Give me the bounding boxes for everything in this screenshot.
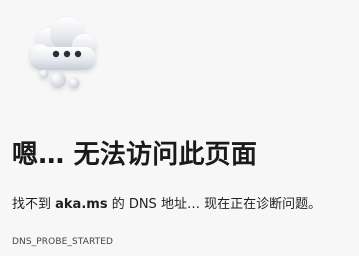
cloud-ellipsis-icon	[12, 12, 112, 94]
error-code: DNS_PROBE_STARTED	[12, 237, 114, 247]
error-message: 找不到 aka.ms 的 DNS 地址… 现在正在诊断问题。	[12, 196, 321, 214]
hostname: aka.ms	[55, 197, 108, 212]
message-prefix: 找不到	[12, 197, 56, 212]
page-title: 嗯… 无法访问此页面	[12, 140, 258, 170]
ellipsis-dots	[52, 50, 82, 58]
message-suffix: 的 DNS 地址… 现在正在诊断问题。	[107, 197, 322, 212]
